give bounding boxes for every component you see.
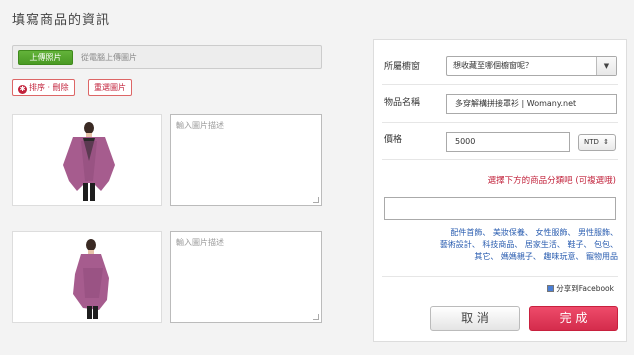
category-input[interactable] — [384, 197, 616, 220]
window-label: 所屬櫥窗 — [384, 62, 421, 72]
category-link[interactable]: 藝術設計 — [440, 240, 472, 249]
category-link[interactable]: 男性服飾 — [578, 228, 610, 237]
checkbox-checked-icon[interactable] — [547, 285, 555, 292]
updown-arrows-icon: ⇕ — [603, 138, 610, 146]
category-link[interactable]: 包包 — [594, 240, 610, 249]
category-link[interactable]: 配件首飾 — [450, 228, 482, 237]
category-link[interactable]: 科技商品 — [482, 240, 514, 249]
window-select-value: 想收藏至哪個櫥窗呢？ — [453, 61, 533, 70]
category-link[interactable]: 女性服飾 — [535, 228, 567, 237]
divider — [382, 159, 618, 160]
resize-grip-icon[interactable] — [313, 314, 319, 320]
price-label: 價格 — [384, 135, 403, 145]
photo-description-placeholder-1: 輸入圖片描述 — [176, 121, 224, 130]
photo-description-input-1[interactable]: 輸入圖片描述 — [170, 114, 322, 206]
product-photo-1 — [12, 114, 162, 206]
divider — [382, 84, 618, 85]
currency-value: NTD — [584, 138, 599, 146]
gear-icon: ✱ — [18, 85, 27, 94]
resize-grip-icon[interactable] — [313, 197, 319, 203]
sort-delete-button[interactable]: ✱ 排序 · 刪除 — [12, 79, 75, 96]
done-button[interactable]: 完 成 — [529, 306, 618, 331]
share-facebook-option[interactable]: 分享到Facebook — [547, 283, 614, 294]
page-title: 填寫商品的資訊 — [12, 13, 111, 28]
upload-hint: 從電腦上傳圖片 — [81, 53, 137, 62]
upload-photo-button[interactable]: 上傳照片 — [18, 50, 73, 65]
category-prompt: 選擇下方的商品分類吧 (可複選哦) — [487, 176, 616, 186]
upload-bar: 上傳照片 從電腦上傳圖片 — [12, 45, 322, 69]
photo-description-placeholder-2: 輸入圖片描述 — [176, 238, 224, 247]
category-links: 配件首飾、 美妝保養、 女性服飾、 男性服飾、 藝術設計、 科技商品、 居家生活… — [439, 228, 618, 261]
reselect-photos-button[interactable]: 重選圖片 — [88, 79, 132, 96]
window-select[interactable]: 想收藏至哪個櫥窗呢？ ▼ — [446, 56, 617, 76]
photo-description-input-2[interactable]: 輸入圖片描述 — [170, 231, 322, 323]
divider — [382, 276, 618, 277]
share-facebook-label: 分享到Facebook — [556, 284, 614, 293]
chevron-down-icon: ▼ — [596, 57, 616, 75]
garment-front-image — [63, 122, 115, 201]
sort-delete-label: 排序 · 刪除 — [29, 83, 69, 92]
category-link[interactable]: 其它 — [474, 252, 490, 261]
item-name-input[interactable]: 多穿解構拼接罩衫 | Womany.net — [446, 94, 617, 114]
category-link[interactable]: 鞋子 — [567, 240, 583, 249]
garment-side-image — [73, 239, 109, 319]
category-link[interactable]: 寵物用品 — [586, 252, 618, 261]
category-link[interactable]: 美妝保養 — [493, 228, 525, 237]
category-link[interactable]: 居家生活 — [525, 240, 557, 249]
divider — [382, 122, 618, 123]
currency-select[interactable]: NTD ⇕ — [578, 134, 616, 151]
item-name-label: 物品名稱 — [384, 98, 421, 108]
product-info-panel: 所屬櫥窗 想收藏至哪個櫥窗呢？ ▼ 物品名稱 多穿解構拼接罩衫 | Womany… — [373, 39, 627, 342]
category-link[interactable]: 趣味玩意 — [543, 252, 575, 261]
price-input[interactable]: 5000 — [446, 132, 570, 152]
category-link[interactable]: 媽媽親子 — [501, 252, 533, 261]
product-photo-2 — [12, 231, 162, 323]
cancel-button[interactable]: 取 消 — [430, 306, 520, 331]
